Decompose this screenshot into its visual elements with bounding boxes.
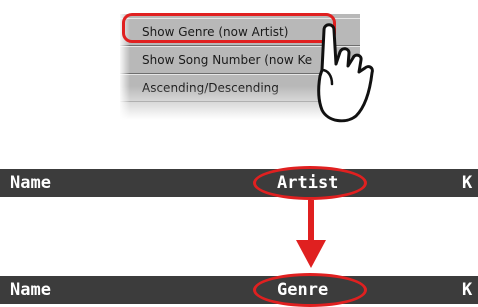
column-header-name[interactable]: Name bbox=[10, 276, 51, 304]
pointing-hand-icon bbox=[317, 23, 374, 123]
column-header-name[interactable]: Name bbox=[10, 169, 51, 197]
list-header-after: Name Genre K bbox=[0, 276, 478, 304]
artist-highlight-ellipse bbox=[253, 166, 367, 200]
list-header-before: Name Artist K bbox=[0, 169, 478, 197]
genre-highlight-ellipse bbox=[253, 273, 367, 307]
column-header-truncated[interactable]: K bbox=[462, 276, 472, 304]
arrow-down-icon bbox=[296, 200, 326, 268]
column-header-truncated[interactable]: K bbox=[462, 169, 472, 197]
menu-item-highlight-outline bbox=[122, 13, 336, 43]
